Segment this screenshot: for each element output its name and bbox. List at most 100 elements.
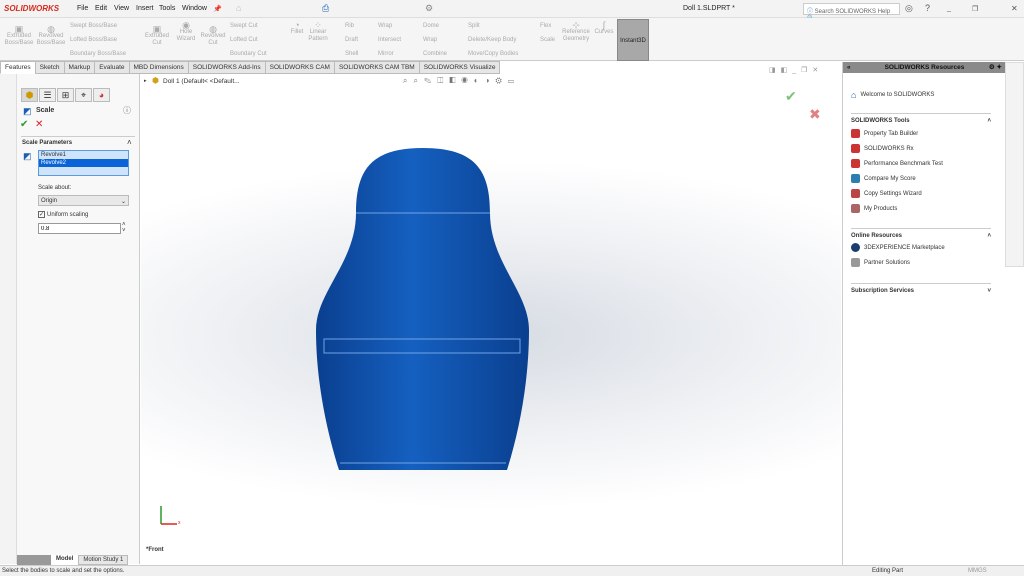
close-button[interactable]: ✕ bbox=[1011, 4, 1018, 13]
online-link[interactable]: Partner Solutions bbox=[851, 258, 910, 267]
move-copy-bodies-button[interactable]: Move/Copy Bodies bbox=[468, 51, 518, 57]
scroll-arrows[interactable] bbox=[17, 555, 51, 565]
minimize-button[interactable]: _ bbox=[947, 5, 951, 12]
menu-file[interactable]: File bbox=[77, 5, 88, 12]
lofted-boss-button[interactable]: Lofted Boss/Base bbox=[70, 37, 117, 43]
handshake-icon bbox=[851, 258, 860, 267]
menu-window[interactable]: Window bbox=[182, 5, 207, 12]
curves-button[interactable]: ∫ Curves bbox=[592, 21, 616, 36]
options-gear-icon[interactable]: ⚙ bbox=[425, 3, 433, 14]
tool-link[interactable]: My Products bbox=[851, 204, 897, 213]
menu-tools[interactable]: Tools bbox=[159, 5, 175, 12]
property-manager-tab[interactable]: ☰ bbox=[39, 88, 56, 102]
tab-evaluate[interactable]: Evaluate bbox=[94, 61, 130, 74]
dimxpert-tab[interactable]: ⌖ bbox=[75, 88, 92, 102]
bodies-to-scale-list[interactable]: Revolve1 Revolve2 bbox=[38, 150, 129, 176]
home-icon[interactable]: ⌂ bbox=[236, 3, 241, 13]
linear-pattern-button[interactable]: ⁘ Linear Pattern bbox=[306, 21, 330, 43]
pin-icon[interactable]: 📌 bbox=[213, 5, 222, 13]
fillet-button[interactable]: ◔ Fillet bbox=[287, 21, 307, 36]
help-icon: ⓘ bbox=[807, 9, 815, 15]
body-selection-icon: ◩ bbox=[23, 151, 32, 161]
restore-button[interactable]: ❐ bbox=[972, 5, 978, 13]
list-item-selected[interactable]: Revolve2 bbox=[39, 159, 128, 167]
tab-cam[interactable]: SOLIDWORKS CAM bbox=[264, 61, 335, 74]
help-search-input[interactable]: ⓘ Search SOLIDWORKS Help 🔍 bbox=[803, 3, 900, 22]
draft-button[interactable]: Draft bbox=[345, 37, 358, 43]
section-online[interactable]: Online Resources ˄ bbox=[851, 228, 991, 239]
tool-link[interactable]: SOLIDWORKS Rx bbox=[851, 144, 914, 153]
tab-sketch[interactable]: Sketch bbox=[34, 61, 65, 74]
tool-link[interactable]: Performance Benchmark Test bbox=[851, 159, 943, 168]
title-bar: SOLIDWORKS File Edit View Insert Tools W… bbox=[0, 0, 1024, 22]
split-button[interactable]: Split bbox=[468, 23, 480, 29]
wrap-button[interactable]: Wrap bbox=[378, 23, 392, 29]
section-subscription[interactable]: Subscription Services ˅ bbox=[851, 283, 991, 294]
rib-button[interactable]: Rib bbox=[345, 23, 354, 29]
list-item[interactable]: Revolve1 bbox=[39, 151, 128, 159]
revolved-boss-button[interactable]: ◍ Revolved Boss/Base bbox=[36, 25, 66, 47]
tab-visualize[interactable]: SOLIDWORKS Visualize bbox=[418, 61, 501, 74]
revolved-cut-button[interactable]: ◍ Revolved Cut bbox=[198, 25, 228, 47]
menu-insert[interactable]: Insert bbox=[136, 5, 154, 12]
scale-about-select[interactable]: Origin ⌄ bbox=[38, 195, 129, 206]
spin-stepper[interactable]: ˄ ˅ bbox=[122, 222, 126, 234]
collapse-chevron-icon[interactable]: ˄ bbox=[127, 138, 132, 147]
graphics-area[interactable]: ▸ ⬢ Doll 1 (Default< <Default... ⌕⌕✎◫◧◉◐… bbox=[141, 62, 841, 559]
menu-view[interactable]: View bbox=[114, 5, 129, 12]
uniform-scaling-checkbox[interactable]: ✓ Uniform scaling bbox=[38, 211, 88, 218]
delete-keep-body-button[interactable]: Delete/Keep Body bbox=[468, 37, 516, 43]
collapse-pane-icon: « bbox=[847, 64, 851, 71]
intersect-button[interactable]: Intersect bbox=[378, 37, 401, 43]
shell-button[interactable]: Shell bbox=[345, 51, 358, 57]
mirror-button[interactable]: Mirror bbox=[378, 51, 394, 57]
extruded-boss-button[interactable]: ▣ Extruded Boss/Base bbox=[4, 25, 34, 47]
doll-model[interactable] bbox=[141, 62, 841, 559]
tab-mbd-dimensions[interactable]: MBD Dimensions bbox=[128, 61, 189, 74]
ok-button[interactable]: ✔ bbox=[20, 119, 28, 130]
configuration-tab[interactable]: ⊞ bbox=[57, 88, 74, 102]
user-icon[interactable]: ◎ bbox=[905, 3, 913, 14]
welcome-link[interactable]: ⌂ Welcome to SOLIDWORKS bbox=[851, 90, 934, 100]
online-link[interactable]: 3DEXPERIENCE Marketplace bbox=[851, 243, 945, 252]
cancel-button[interactable]: ✕ bbox=[35, 119, 43, 130]
reference-geometry-button[interactable]: ⊹ Reference Geometry bbox=[560, 21, 592, 43]
scale-button[interactable]: Scale bbox=[540, 37, 555, 43]
extruded-cut-button[interactable]: ▣ Extruded Cut bbox=[142, 25, 172, 47]
feature-tree-tab[interactable]: ⬢ bbox=[21, 88, 38, 102]
combine-button[interactable]: Combine bbox=[423, 51, 447, 57]
section-tools[interactable]: SOLIDWORKS Tools ˄ bbox=[851, 113, 991, 124]
status-mode: Editing Part bbox=[872, 568, 904, 574]
section-scale-parameters[interactable]: Scale Parameters bbox=[22, 140, 72, 146]
swept-boss-button[interactable]: Swept Boss/Base bbox=[70, 23, 117, 29]
hole-wizard-button[interactable]: ◉ Hole Wizard bbox=[172, 21, 200, 43]
doll-body bbox=[316, 148, 529, 470]
menu-edit[interactable]: Edit bbox=[95, 5, 107, 12]
tab-model[interactable]: Model bbox=[51, 555, 79, 565]
tab-markup[interactable]: Markup bbox=[63, 61, 96, 74]
wrap-button-2[interactable]: Wrap bbox=[423, 37, 437, 43]
scale-factor-input[interactable] bbox=[38, 223, 121, 234]
task-pane-tabs[interactable] bbox=[1005, 62, 1024, 267]
tool-link[interactable]: Property Tab Builder bbox=[851, 129, 918, 138]
swept-cut-button[interactable]: Swept Cut bbox=[230, 23, 258, 29]
tool-link[interactable]: Compare My Score bbox=[851, 174, 916, 183]
help-icon[interactable]: ? bbox=[925, 3, 930, 13]
tab-motion-study[interactable]: Motion Study 1 bbox=[78, 555, 129, 565]
tab-addins[interactable]: SOLIDWORKS Add-Ins bbox=[187, 61, 266, 74]
tool-link[interactable]: Copy Settings Wizard bbox=[851, 189, 922, 198]
tab-cam-tbm[interactable]: SOLIDWORKS CAM TBM bbox=[333, 61, 420, 74]
pm-title: Scale bbox=[36, 107, 55, 114]
lofted-cut-button[interactable]: Lofted Cut bbox=[230, 37, 258, 43]
status-message: Select the bodies to scale and set the o… bbox=[2, 568, 125, 574]
boundary-boss-button[interactable]: Boundary Boss/Base bbox=[70, 51, 126, 57]
boundary-cut-button[interactable]: Boundary Cut bbox=[230, 51, 267, 57]
help-icon[interactable]: ⓘ bbox=[123, 105, 131, 116]
print-icon[interactable]: ⎙ bbox=[322, 3, 329, 14]
display-manager-tab[interactable]: ◕ bbox=[93, 88, 110, 102]
instant3d-button[interactable]: Instant3D bbox=[617, 19, 649, 61]
units-selector[interactable]: MMGS bbox=[968, 566, 987, 576]
dome-button[interactable]: Dome bbox=[423, 23, 439, 29]
tab-features[interactable]: Features bbox=[0, 61, 36, 74]
flex-button[interactable]: Flex bbox=[540, 23, 551, 29]
